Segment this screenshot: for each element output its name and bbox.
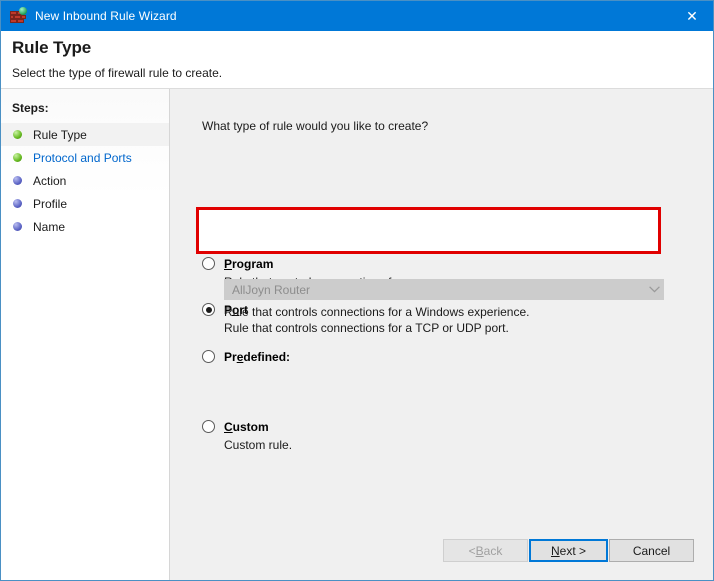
- sidebar-item-label: Action: [33, 174, 66, 188]
- wizard-footer: < Back Next > Cancel: [171, 537, 714, 581]
- page-title: Rule Type: [12, 38, 91, 58]
- wizard-body: Steps: Rule Type Protocol and Ports Acti…: [1, 89, 714, 581]
- step-bullet-icon: [13, 222, 22, 231]
- step-bullet-icon: [13, 153, 22, 162]
- radio-option-predefined[interactable]: Predefined:: [202, 348, 672, 365]
- close-icon[interactable]: ✕: [669, 1, 714, 31]
- radio-button-program[interactable]: [202, 257, 215, 270]
- cancel-button[interactable]: Cancel: [609, 539, 694, 562]
- chevron-down-icon: [646, 280, 663, 299]
- sidebar-item-label: Rule Type: [33, 128, 87, 142]
- page-subtitle: Select the type of firewall rule to crea…: [12, 66, 222, 80]
- back-button[interactable]: < Back: [443, 539, 528, 562]
- radio-button-custom[interactable]: [202, 420, 215, 433]
- radio-button-port[interactable]: [202, 303, 215, 316]
- predefined-rule-dropdown-value: AllJoyn Router: [232, 283, 646, 297]
- step-bullet-icon: [13, 130, 22, 139]
- highlight-annotation: [196, 207, 661, 254]
- radio-option-custom[interactable]: Custom Custom rule.: [202, 418, 672, 452]
- radio-option-custom-head[interactable]: Custom: [202, 418, 672, 435]
- sidebar-item-label: Name: [33, 220, 65, 234]
- radio-option-port-description: Rule that controls connections for a TCP…: [224, 321, 672, 335]
- sidebar-item-rule-type[interactable]: Rule Type: [1, 123, 169, 146]
- sidebar-item-protocol-and-ports[interactable]: Protocol and Ports: [1, 146, 169, 169]
- predefined-rule-dropdown: AllJoyn Router: [224, 279, 664, 300]
- steps-heading: Steps:: [12, 101, 49, 115]
- radio-option-predefined-head[interactable]: Predefined:: [202, 348, 672, 365]
- wizard-header: Rule Type Select the type of firewall ru…: [1, 31, 714, 89]
- new-inbound-rule-wizard-window: New Inbound Rule Wizard ✕ Rule Type Sele…: [0, 0, 714, 581]
- sidebar-item-label[interactable]: Protocol and Ports: [33, 151, 132, 165]
- radio-option-program-head[interactable]: Program: [202, 255, 672, 272]
- sidebar-item-label: Profile: [33, 197, 67, 211]
- step-bullet-icon: [13, 199, 22, 208]
- step-bullet-icon: [13, 176, 22, 185]
- window-title: New Inbound Rule Wizard: [35, 9, 669, 23]
- question-text: What type of rule would you like to crea…: [202, 119, 428, 133]
- sidebar-item-name[interactable]: Name: [1, 215, 169, 238]
- firewall-icon: [10, 8, 26, 24]
- sidebar-item-profile[interactable]: Profile: [1, 192, 169, 215]
- radio-option-custom-label: Custom: [224, 420, 269, 434]
- steps-list: Rule Type Protocol and Ports Action Prof…: [1, 123, 169, 238]
- content-pane: What type of rule would you like to crea…: [171, 89, 714, 581]
- radio-button-predefined[interactable]: [202, 350, 215, 363]
- steps-sidebar: Steps: Rule Type Protocol and Ports Acti…: [1, 89, 170, 581]
- radio-option-predefined-description: Rule that controls connections for a Win…: [224, 305, 530, 319]
- radio-option-predefined-label: Predefined:: [224, 350, 290, 364]
- next-button[interactable]: Next >: [529, 539, 608, 562]
- sidebar-item-action[interactable]: Action: [1, 169, 169, 192]
- title-bar: New Inbound Rule Wizard ✕: [1, 1, 714, 31]
- radio-option-program-label: Program: [224, 257, 273, 271]
- radio-option-custom-description: Custom rule.: [224, 438, 672, 452]
